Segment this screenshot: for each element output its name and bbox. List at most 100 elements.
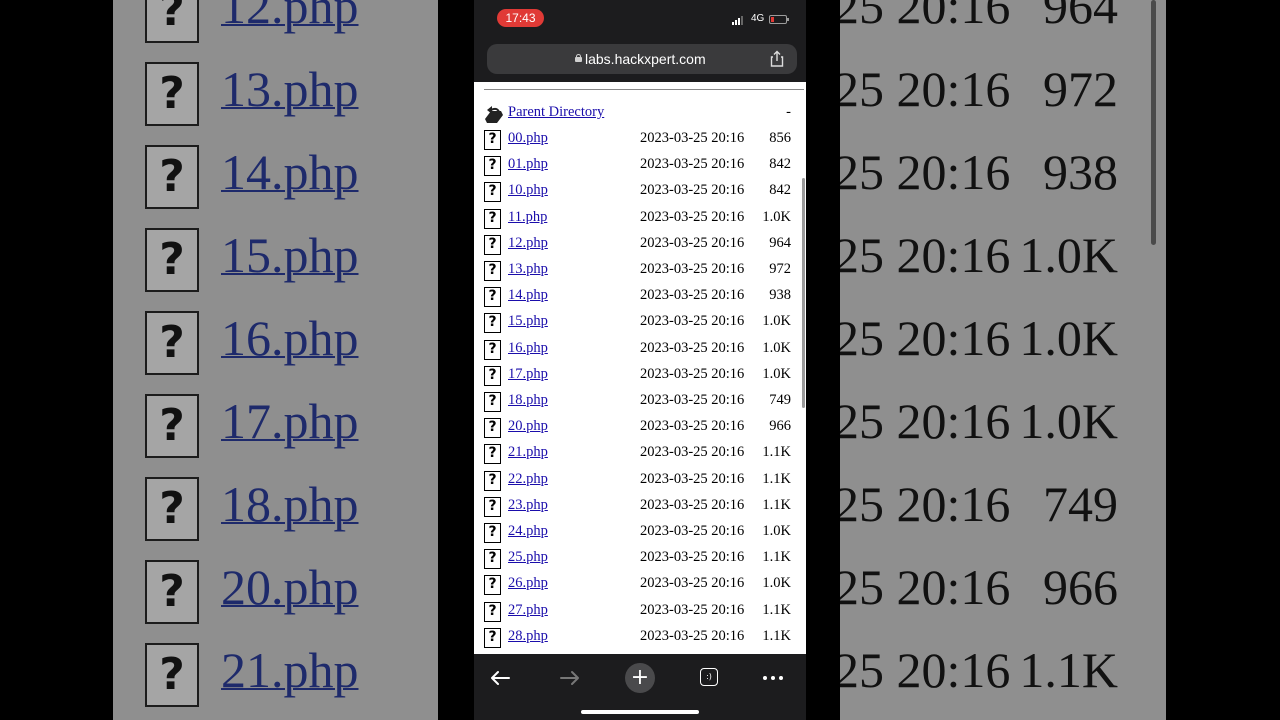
- backdrop-file-name: 14.php: [221, 144, 359, 200]
- unknown-file-icon: ?: [484, 601, 501, 622]
- unknown-file-icon: ?: [484, 392, 501, 412]
- back-button[interactable]: [481, 660, 521, 696]
- file-date: 2023-03-25 20:16: [640, 418, 745, 435]
- file-date: 2023-03-25 20:16: [640, 339, 745, 356]
- file-size: 938: [769, 287, 791, 304]
- file-date: 2023-03-25 20:16: [640, 496, 745, 513]
- backdrop-file-name: 18.php: [221, 476, 359, 532]
- address-bar[interactable]: labs.hackxpert.com: [487, 44, 797, 74]
- file-row: ? 11.php 2023-03-25 20:16 1.0K: [474, 207, 806, 231]
- file-link[interactable]: 24.php: [508, 523, 548, 540]
- unknown-file-icon: ?: [484, 234, 501, 255]
- file-row: ? 22.php 2023-03-25 20:16 1.1K: [474, 469, 806, 493]
- url-text: labs.hackxpert.com: [585, 51, 706, 67]
- backdrop-row: ? 15.php: [113, 224, 438, 307]
- backdrop-row: ? 16.php: [113, 307, 438, 390]
- file-link[interactable]: 13.php: [508, 261, 548, 278]
- backdrop-size: 972: [1043, 61, 1118, 117]
- unknown-file-icon: ?: [484, 444, 501, 465]
- file-link[interactable]: 11.php: [508, 209, 547, 226]
- file-row: ? 24.php 2023-03-25 20:16 1.0K: [474, 521, 806, 545]
- file-link[interactable]: 01.php: [508, 156, 548, 173]
- plus-icon: +: [625, 663, 655, 693]
- file-link[interactable]: 26.php: [508, 575, 548, 592]
- file-date: 2023-03-25 20:16: [640, 208, 745, 225]
- backdrop-file-name: 16.php: [221, 310, 359, 366]
- file-link[interactable]: 12.php: [508, 235, 548, 252]
- file-link[interactable]: 14.php: [508, 287, 548, 304]
- file-row: ? 20.php 2023-03-25 20:16 966: [474, 416, 806, 440]
- file-link[interactable]: 16.php: [508, 340, 548, 357]
- file-size: 1.0K: [762, 339, 791, 356]
- file-date: 2023-03-25 20:16: [640, 261, 745, 277]
- file-size: 1.1K: [762, 496, 791, 513]
- file-link[interactable]: 18.php: [508, 392, 548, 409]
- file-link[interactable]: 25.php: [508, 549, 548, 566]
- forward-button[interactable]: [550, 660, 590, 696]
- unknown-file-icon: ?: [484, 575, 501, 596]
- file-row: ? 18.php 2023-03-25 20:16 749: [474, 390, 806, 414]
- unknown-file-icon: ?: [484, 156, 501, 177]
- backdrop-date: 25 20:16: [840, 559, 1011, 615]
- browser-header: labs.hackxpert.com: [474, 40, 806, 82]
- file-size: 964: [769, 234, 791, 251]
- backdrop-file-name: 21.php: [221, 642, 359, 698]
- file-link[interactable]: 28.php: [508, 628, 548, 645]
- file-link[interactable]: 17.php: [508, 366, 548, 383]
- home-indicator: [581, 710, 699, 714]
- file-size: 972: [769, 261, 791, 277]
- file-date: 2023-03-25 20:16: [640, 156, 745, 173]
- unknown-file-icon: ?: [484, 313, 501, 334]
- backdrop-row: 25 20:16 1.0K: [840, 390, 1166, 473]
- file-date: 2023-03-25 20:16: [640, 392, 745, 408]
- backdrop-row: ? 13.php: [113, 58, 438, 141]
- file-size: 966: [769, 418, 791, 435]
- parent-directory-link[interactable]: Parent Directory: [508, 104, 604, 121]
- file-link[interactable]: 20.php: [508, 418, 548, 435]
- file-date: 2023-03-25 20:16: [640, 182, 745, 199]
- back-arrow-icon: [491, 671, 510, 685]
- file-link[interactable]: 21.php: [508, 444, 548, 461]
- backdrop-date: 25 20:16: [840, 476, 1011, 532]
- file-row: ? 27.php 2023-03-25 20:16 1.1K: [474, 600, 806, 624]
- backdrop-file-name: 15.php: [221, 227, 359, 283]
- lock-icon: [575, 54, 582, 62]
- file-link[interactable]: 27.php: [508, 602, 548, 619]
- tabs-button[interactable]: :): [689, 660, 729, 696]
- unknown-file-icon: ?: [484, 365, 501, 386]
- share-icon[interactable]: [768, 50, 786, 68]
- new-tab-button[interactable]: +: [620, 660, 660, 696]
- file-row: ? 10.php 2023-03-25 20:16 842: [474, 180, 806, 204]
- backdrop-row: 25 20:16 966: [840, 556, 1166, 639]
- unknown-file-icon: ?: [484, 523, 501, 543]
- backdrop-size: 749: [1043, 476, 1118, 532]
- network-type: 4G: [751, 13, 765, 24]
- file-link[interactable]: 15.php: [508, 313, 548, 330]
- forward-arrow-icon: [560, 671, 579, 685]
- unknown-file-icon: ?: [145, 0, 199, 43]
- backdrop-row: 25 20:16 938: [840, 141, 1166, 224]
- more-button[interactable]: [753, 660, 793, 696]
- backdrop-row: 25 20:16 972: [840, 58, 1166, 141]
- file-row: ? 17.php 2023-03-25 20:16 1.0K: [474, 364, 806, 388]
- file-date: 2023-03-25 20:16: [640, 130, 745, 146]
- backdrop-date: 25 20:16: [840, 227, 1011, 283]
- unknown-file-icon: ?: [145, 228, 199, 292]
- file-link[interactable]: 23.php: [508, 497, 548, 514]
- file-size: 1.1K: [762, 444, 791, 461]
- file-link[interactable]: 22.php: [508, 471, 548, 488]
- file-date: 2023-03-25 20:16: [640, 234, 745, 251]
- file-link[interactable]: 10.php: [508, 182, 548, 199]
- file-size: 1.0K: [762, 523, 791, 539]
- unknown-file-icon: ?: [484, 339, 501, 360]
- file-row: ? 28.php 2023-03-25 20:16 1.1K: [474, 626, 806, 650]
- file-date: 2023-03-25 20:16: [640, 470, 745, 487]
- backdrop-file-name: 17.php: [221, 393, 359, 449]
- unknown-file-icon: ?: [484, 208, 501, 229]
- status-time: 17:43: [497, 9, 544, 27]
- more-icon: [763, 676, 783, 680]
- backdrop-row: ? 20.php: [113, 556, 438, 639]
- file-link[interactable]: 00.php: [508, 130, 548, 147]
- file-row: ? 25.php 2023-03-25 20:16 1.1K: [474, 547, 806, 571]
- file-row: ? 01.php 2023-03-25 20:16 842: [474, 154, 806, 178]
